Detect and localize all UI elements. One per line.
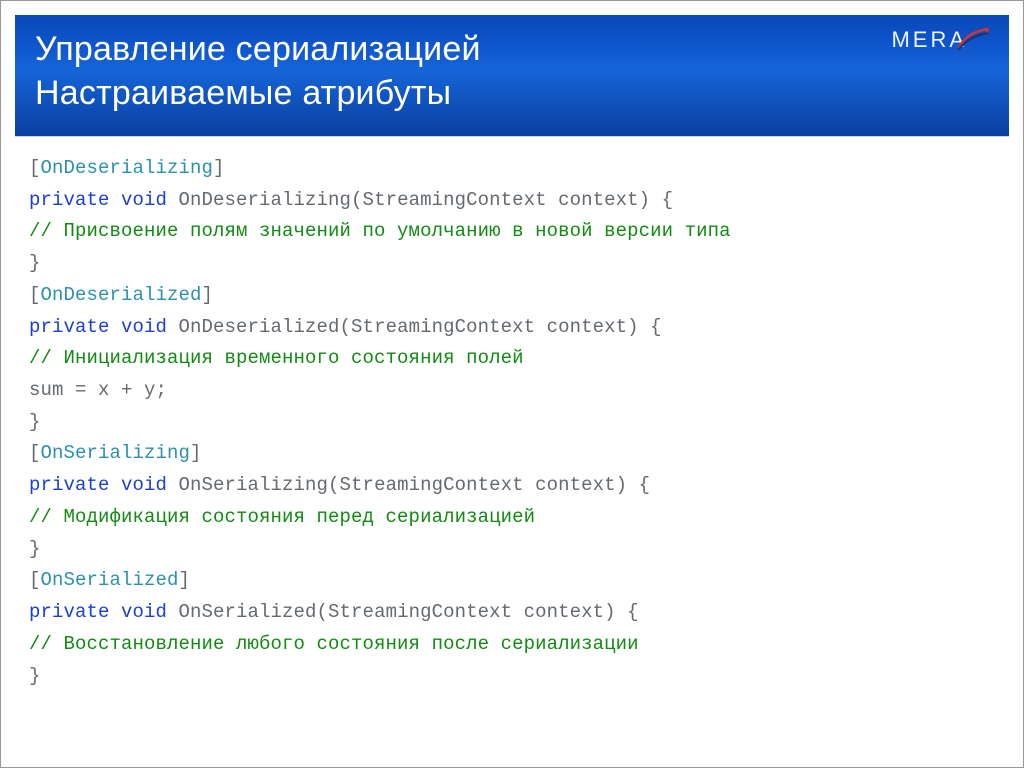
code-token: } <box>29 665 41 687</box>
title-bar: MERA Управление сериализацией Настраивае… <box>15 15 1009 137</box>
code-token: OnSerialized(StreamingContext context) { <box>179 601 639 623</box>
code-token: // Присвоение полям значений по умолчани… <box>29 220 731 242</box>
code-token: } <box>29 538 41 560</box>
code-line: private void OnDeserialized(StreamingCon… <box>29 312 995 344</box>
code-line: // Восстановление любого состояния после… <box>29 629 995 661</box>
code-token: OnDeserialized(StreamingContext context)… <box>179 316 662 338</box>
code-line: } <box>29 661 995 693</box>
code-line: // Присвоение полям значений по умолчани… <box>29 216 995 248</box>
code-line: private void OnSerialized(StreamingConte… <box>29 597 995 629</box>
code-token: private void <box>29 601 179 623</box>
code-line: [OnSerialized] <box>29 565 995 597</box>
code-line: } <box>29 407 995 439</box>
code-line: // Модификация состояния перед сериализа… <box>29 502 995 534</box>
code-line: // Инициализация временного состояния по… <box>29 343 995 375</box>
code-line: private void OnDeserializing(StreamingCo… <box>29 185 995 217</box>
brand-swoop-icon <box>963 27 991 51</box>
brand-logo: MERA <box>891 27 991 53</box>
code-line: private void OnSerializing(StreamingCont… <box>29 470 995 502</box>
code-line: } <box>29 534 995 566</box>
code-token: // Модификация состояния перед сериализа… <box>29 506 535 528</box>
code-token: [ <box>29 569 41 591</box>
code-line: [OnDeserializing] <box>29 153 995 185</box>
code-token: OnDeserializing <box>41 157 214 179</box>
code-token: // Восстановление любого состояния после… <box>29 633 639 655</box>
slide-title-line1: Управление сериализацией <box>35 30 481 68</box>
code-token: OnSerializing <box>41 442 191 464</box>
code-line: sum = x + y; <box>29 375 995 407</box>
slide-title: Управление сериализацией Настраиваемые а… <box>35 27 989 115</box>
code-token: OnDeserializing(StreamingContext context… <box>179 189 674 211</box>
slide-frame: MERA Управление сериализацией Настраивае… <box>0 0 1024 768</box>
code-token: sum = x + y; <box>29 379 167 401</box>
code-token: private void <box>29 474 179 496</box>
code-token: private void <box>29 316 179 338</box>
code-token: ] <box>213 157 225 179</box>
code-token: private void <box>29 189 179 211</box>
code-line: } <box>29 248 995 280</box>
code-token: [ <box>29 442 41 464</box>
code-listing: [OnDeserializing]private void OnDeserial… <box>15 143 1009 702</box>
code-token: OnSerialized <box>41 569 179 591</box>
code-token: ] <box>179 569 191 591</box>
code-token: } <box>29 411 41 433</box>
code-token: [ <box>29 284 41 306</box>
code-token: ] <box>190 442 202 464</box>
slide-title-line2: Настраиваемые атрибуты <box>35 74 451 112</box>
code-token: ] <box>202 284 214 306</box>
code-token: OnDeserialized <box>41 284 202 306</box>
code-token: OnSerializing(StreamingContext context) … <box>179 474 651 496</box>
brand-logo-text: MERA <box>891 27 967 53</box>
code-token: [ <box>29 157 41 179</box>
code-token: // Инициализация временного состояния по… <box>29 347 524 369</box>
code-line: [OnDeserialized] <box>29 280 995 312</box>
code-token: } <box>29 252 41 274</box>
code-line: [OnSerializing] <box>29 438 995 470</box>
